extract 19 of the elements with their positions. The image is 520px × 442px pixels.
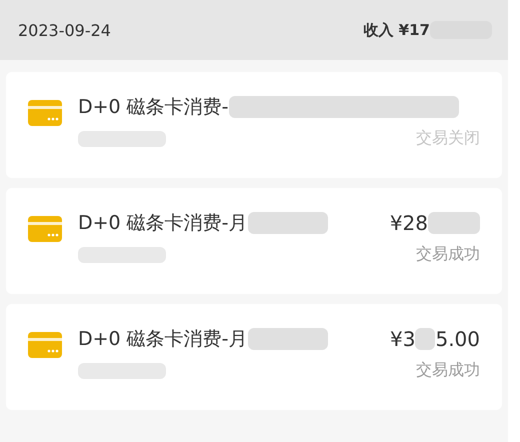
redaction-mask xyxy=(428,212,480,234)
income-total: 收入 ¥17 xyxy=(363,20,430,40)
status-label: 交易成功 xyxy=(416,244,480,265)
transaction-card[interactable]: D+0 磁条卡消费-月 ¥28 交易成功 xyxy=(6,188,502,294)
amount-text: ¥3 xyxy=(390,327,416,351)
amount-text: ¥28 xyxy=(390,211,428,235)
transaction-title: D+0 磁条卡消费-月 xyxy=(78,327,248,352)
date-heading: 2023-09-24 xyxy=(18,20,111,40)
amount-text: 5.00 xyxy=(435,327,480,351)
card-icon xyxy=(28,332,62,358)
transaction-title: D+0 磁条卡消费-月 xyxy=(78,211,248,236)
status-label: 交易关闭 xyxy=(416,128,480,149)
transaction-card[interactable]: D+0 磁条卡消费-月 ¥3 5.00 交易成功 xyxy=(6,304,502,410)
card-icon xyxy=(28,216,62,242)
transaction-title: D+0 磁条卡消费- xyxy=(78,95,229,120)
status-label: 交易成功 xyxy=(416,360,480,381)
card-icon xyxy=(28,100,62,126)
transaction-card[interactable]: D+0 磁条卡消费- 交易关闭 xyxy=(6,72,502,178)
redaction-mask xyxy=(415,328,436,350)
